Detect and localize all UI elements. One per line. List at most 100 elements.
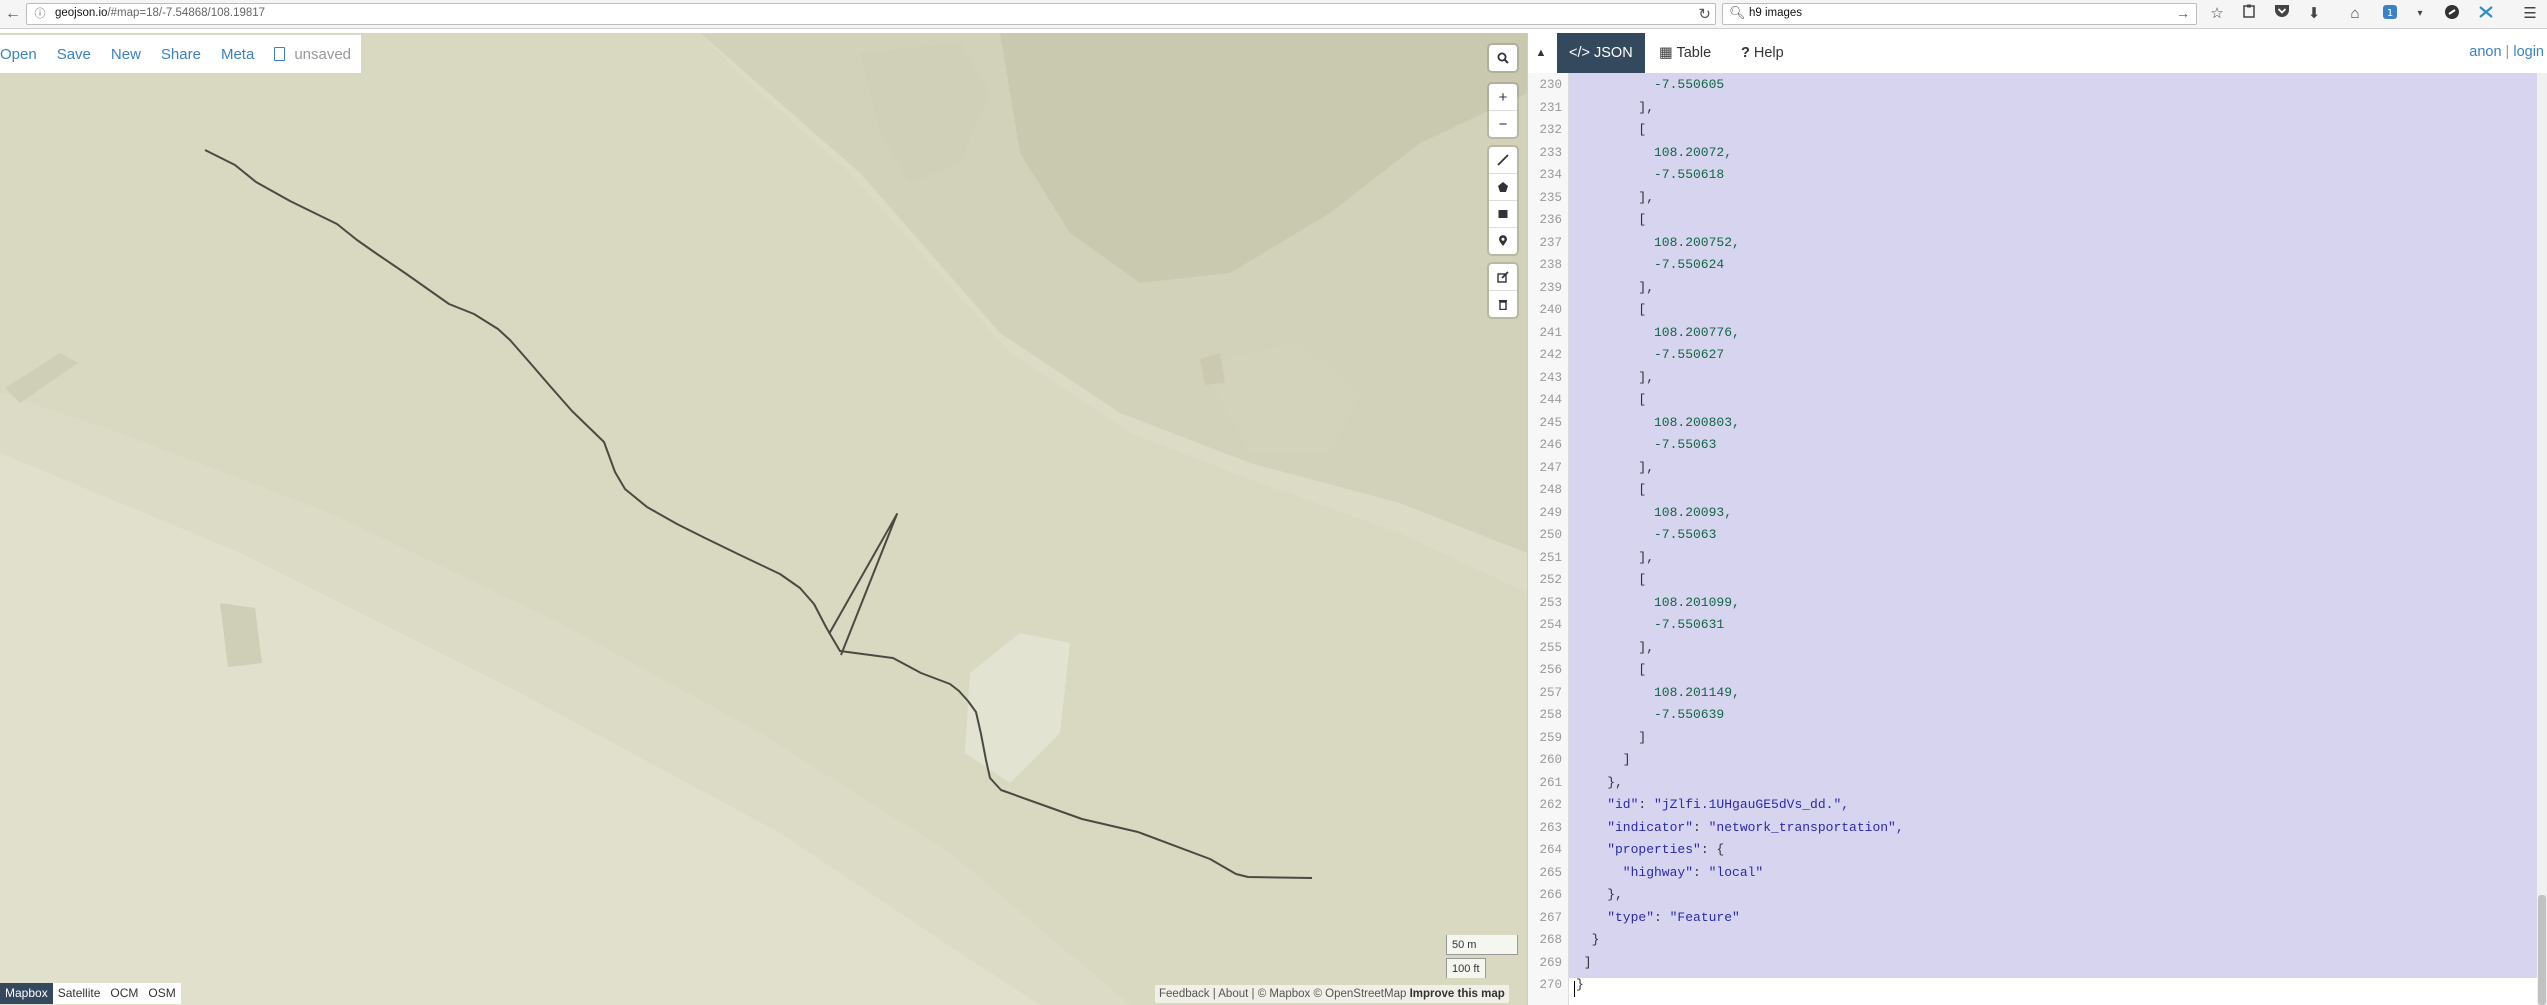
- json-key: "highway": [1622, 864, 1694, 880]
- line-number: 238: [1539, 258, 1562, 272]
- url-text[interactable]: geojson.io/#map=18/-7.54868/108.19817: [55, 7, 265, 19]
- zoom-out-icon[interactable]: −: [1489, 110, 1517, 137]
- code-text: "properties": {: [1607, 839, 1724, 862]
- code-text: 108.201099,: [1654, 594, 1740, 610]
- code-text: ]: [1638, 729, 1647, 745]
- collapse-panel-icon[interactable]: ▲: [1528, 33, 1554, 73]
- layer-ocm[interactable]: OCM: [105, 983, 144, 1004]
- share-button[interactable]: Share: [153, 46, 213, 63]
- code-text: }: [1591, 932, 1600, 947]
- text-cursor: [1574, 981, 1575, 997]
- layer-satellite[interactable]: Satellite: [52, 983, 106, 1004]
- code-text: -7.550618: [1654, 167, 1725, 182]
- json-key: "id": [1607, 797, 1639, 812]
- clipboard-icon[interactable]: [2239, 4, 2259, 24]
- layer-switcher: Mapbox Satellite OCM OSM: [0, 983, 181, 1004]
- unsaved-status: unsaved: [266, 46, 351, 63]
- json-editor[interactable]: 230 -7.550605 231], 232 [233 108.20072, 234 -7.…: [1528, 73, 2538, 1005]
- json-colon: :: [1654, 909, 1670, 925]
- code-text: ]: [1622, 752, 1631, 767]
- json-value: "local": [1708, 864, 1764, 880]
- json-value: "Feature": [1669, 909, 1740, 925]
- meta-button[interactable]: Meta: [213, 46, 266, 63]
- question-icon: ?: [1741, 45, 1750, 61]
- url-host: geojson.io: [55, 7, 108, 19]
- auth-separator: |: [2501, 44, 2514, 60]
- save-button[interactable]: Save: [49, 46, 103, 63]
- tab-json[interactable]: </> JSON: [1557, 33, 1645, 73]
- pocket-icon[interactable]: [2272, 4, 2292, 24]
- search-input[interactable]: h9 images: [1749, 7, 1802, 19]
- json-value: "network_transportation",: [1708, 819, 1904, 835]
- draw-marker-icon[interactable]: [1489, 227, 1517, 254]
- menu-icon[interactable]: ☰: [2520, 4, 2540, 24]
- line-number: 265: [1539, 865, 1562, 880]
- chevron-down-icon[interactable]: ▾: [2410, 4, 2430, 24]
- home-icon[interactable]: ⌂: [2345, 4, 2365, 24]
- extension-round-icon[interactable]: [2442, 4, 2462, 24]
- line-number: 237: [1539, 235, 1562, 250]
- line-number: 259: [1539, 730, 1562, 745]
- browser-toolbar: ← ⓘ geojson.io/#map=18/-7.54868/108.1981…: [0, 0, 2547, 29]
- extension-puzzle-icon[interactable]: [2476, 4, 2496, 24]
- search-control: [1489, 45, 1517, 71]
- star-icon[interactable]: ☆: [2207, 4, 2227, 24]
- code-text: },: [1607, 774, 1623, 790]
- line-number: 260: [1539, 753, 1562, 767]
- line-number: 239: [1539, 280, 1562, 295]
- back-arrow-icon[interactable]: ←: [3, 4, 23, 24]
- map-canvas[interactable]: Open Save New Share Meta unsaved + − 50 …: [0, 33, 1527, 1005]
- draw-line-icon[interactable]: [1489, 147, 1517, 173]
- zoom-control: + −: [1489, 84, 1517, 137]
- login-link[interactable]: login: [2513, 44, 2544, 60]
- info-icon[interactable]: ⓘ: [33, 6, 47, 20]
- attribution-separator: | ©: [1248, 988, 1270, 1000]
- draw-polygon-icon[interactable]: [1489, 173, 1517, 200]
- trash-icon[interactable]: [1489, 290, 1517, 317]
- line-number: 267: [1539, 910, 1562, 925]
- layer-mapbox[interactable]: Mapbox: [0, 983, 53, 1004]
- edit-layers-icon[interactable]: [1489, 264, 1517, 290]
- line-number: 258: [1539, 708, 1562, 722]
- feedback-link[interactable]: Feedback: [1159, 988, 1210, 1000]
- reload-icon[interactable]: ↻: [1698, 5, 1711, 23]
- open-button[interactable]: Open: [0, 46, 49, 63]
- code-text: [: [1638, 392, 1647, 407]
- line-number: 246: [1539, 438, 1562, 452]
- map-background: [0, 33, 1527, 1005]
- improve-map-link[interactable]: Improve this map: [1410, 988, 1505, 1000]
- editor-scrollbar[interactable]: [2537, 73, 2547, 1005]
- code-text: 108.201149,: [1654, 684, 1740, 700]
- about-link[interactable]: About: [1218, 988, 1248, 1000]
- new-button[interactable]: New: [103, 46, 153, 63]
- code-text: ],: [1638, 279, 1654, 295]
- mapbox-link[interactable]: Mapbox: [1269, 988, 1310, 1000]
- tab-help[interactable]: ? Help: [1729, 33, 1807, 73]
- tab-table[interactable]: ▦ Table: [1647, 33, 1729, 73]
- url-bar[interactable]: ⓘ geojson.io/#map=18/-7.54868/108.19817 …: [26, 3, 1716, 25]
- code-text: }: [1576, 977, 1584, 992]
- scrollbar-thumb[interactable]: [2538, 895, 2546, 1005]
- code-text: "highway": "local": [1623, 862, 1763, 885]
- map-search-icon[interactable]: [1489, 45, 1517, 71]
- line-number: 247: [1539, 460, 1562, 475]
- anon-link[interactable]: anon: [2469, 44, 2501, 60]
- osm-link[interactable]: OpenStreetMap: [1325, 988, 1406, 1000]
- code-text: 108.20072,: [1654, 144, 1733, 160]
- code-text: },: [1607, 887, 1623, 902]
- line-number: 254: [1539, 618, 1562, 632]
- code-text: 108.20093,: [1654, 504, 1733, 520]
- go-arrow-icon[interactable]: →: [2176, 5, 2190, 21]
- code-text: [: [1638, 662, 1647, 677]
- extension-icon[interactable]: 1: [2380, 4, 2400, 24]
- zoom-in-icon[interactable]: +: [1489, 84, 1517, 110]
- search-bar[interactable]: 🔍︎ h9 images →: [1722, 3, 2197, 25]
- code-text: "id": "jZlfi.1UHgauGE5dVs_dd.",: [1607, 794, 1849, 817]
- layer-osm[interactable]: OSM: [143, 983, 181, 1004]
- url-path: /#map=18/-7.54868/108.19817: [107, 7, 266, 19]
- draw-rectangle-icon[interactable]: [1489, 200, 1517, 227]
- code-icon: </>: [1569, 45, 1590, 61]
- download-icon[interactable]: ⬇︎: [2304, 4, 2324, 24]
- json-key: "properties": [1607, 842, 1701, 857]
- line-number: 244: [1539, 393, 1562, 407]
